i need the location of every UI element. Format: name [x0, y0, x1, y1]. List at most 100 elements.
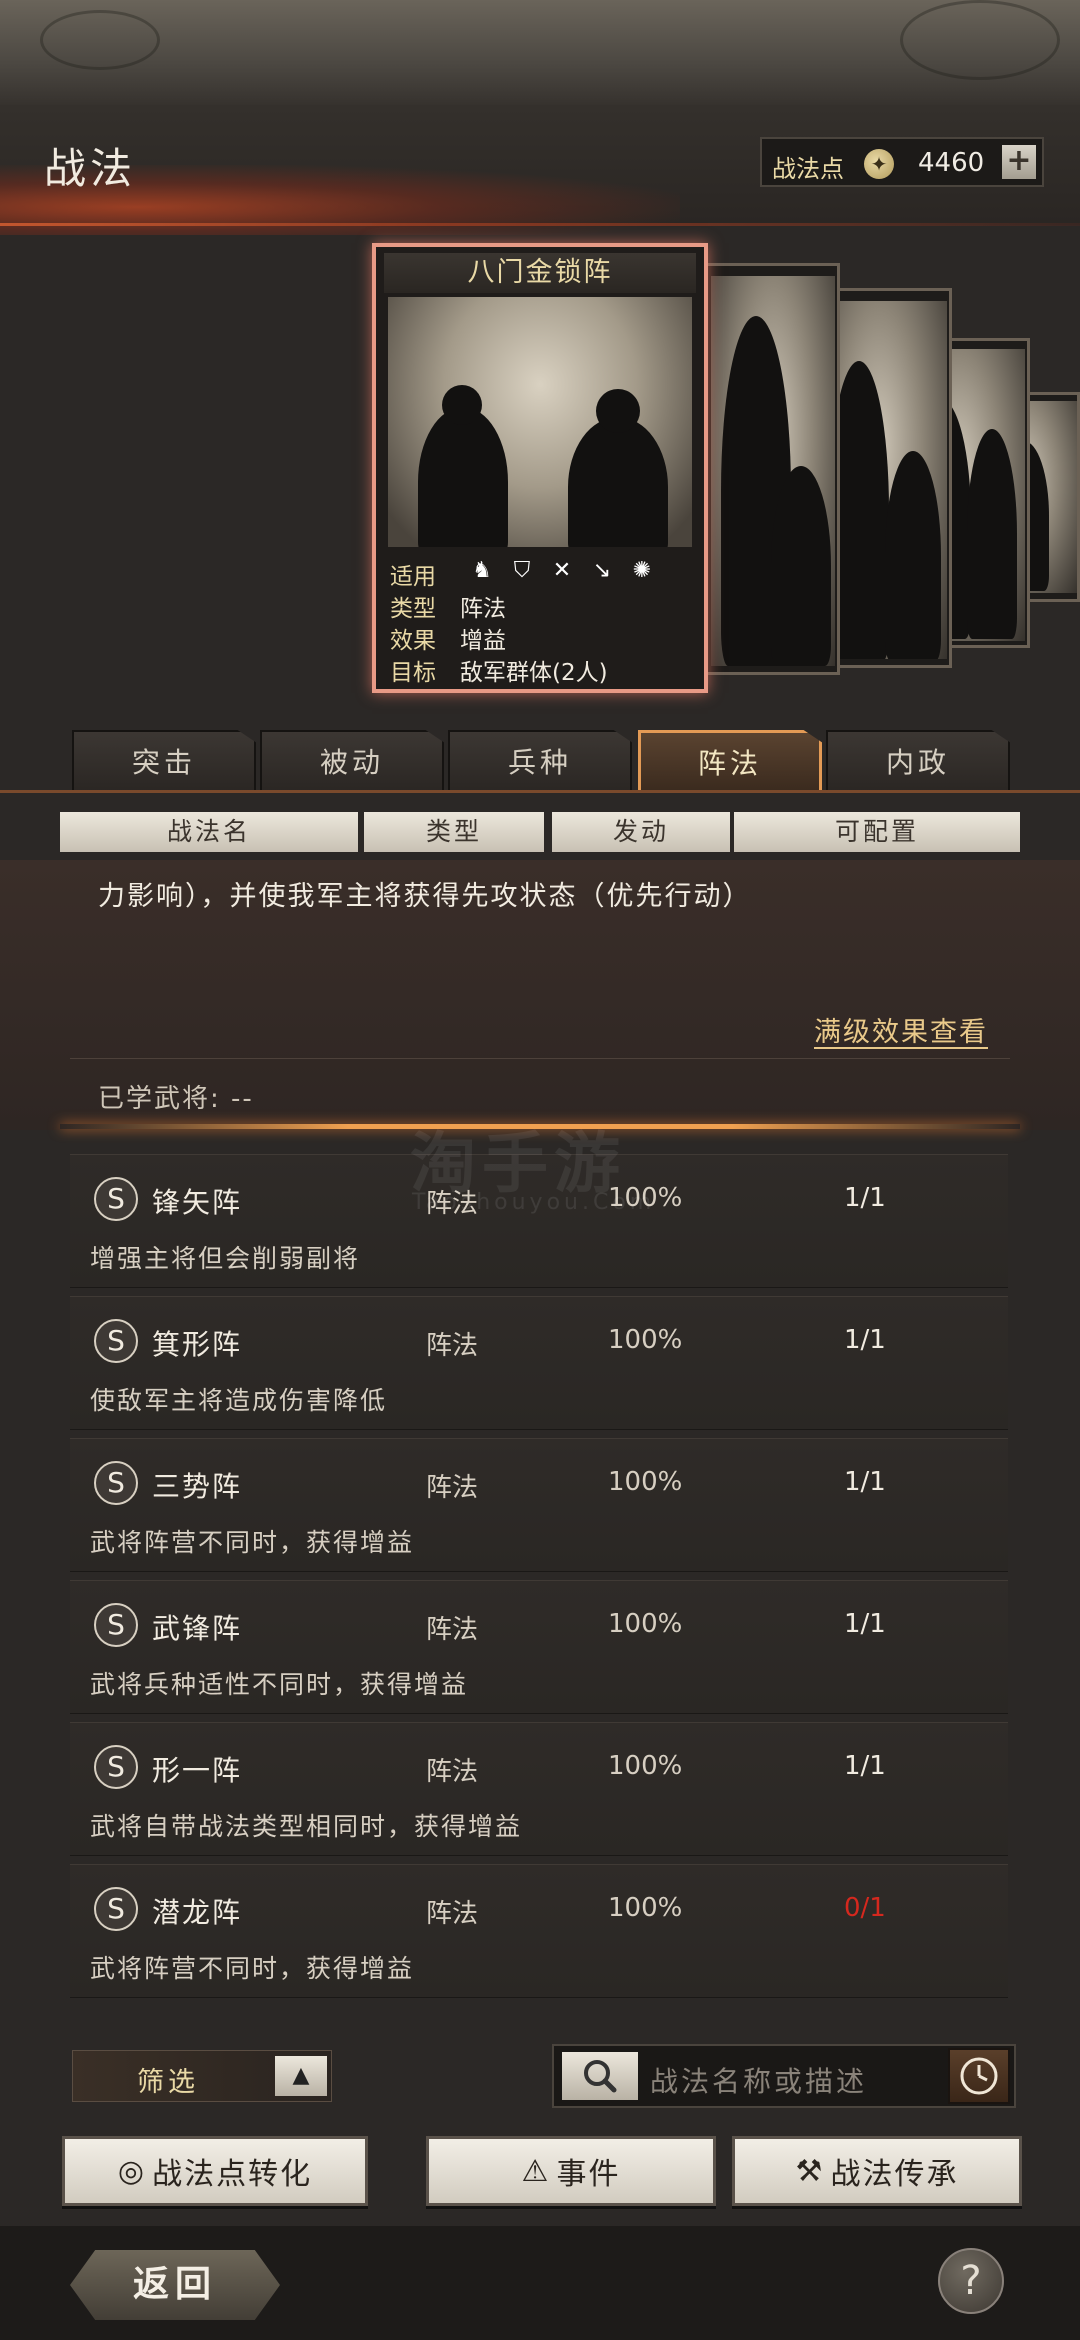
skill-name: 形一阵 — [152, 1754, 243, 1787]
card-info-row: 类型 阵法 — [386, 589, 702, 622]
card-info-row: 效果 增益 — [386, 621, 702, 654]
figure-head — [596, 389, 640, 433]
learned-generals-label: 已学武将: -- — [98, 1084, 254, 1114]
history-button[interactable] — [948, 2048, 1010, 2104]
skill-description: 武将兵种适性不同时，获得增益 — [90, 1670, 469, 1699]
figure-head — [442, 385, 482, 425]
skill-slots: 1/1 — [844, 1751, 886, 1781]
cloud-ornament — [40, 10, 160, 70]
info-key: 目标 — [390, 660, 436, 686]
events-button[interactable]: ⚠ 事件 — [426, 2136, 716, 2206]
events-label: 事件 — [556, 2157, 621, 2192]
hammer-icon: ⚒ — [795, 2153, 825, 2189]
help-button[interactable]: ? — [938, 2248, 1004, 2314]
rank-s-badge: S — [94, 1319, 138, 1363]
skill-row[interactable]: S 箕形阵 阵法 100% 1/1 使敌军主将造成伤害降低 — [70, 1296, 1008, 1430]
card-stack-item[interactable] — [700, 263, 840, 675]
skill-description: 武将阵营不同时，获得增益 — [90, 1528, 415, 1557]
back-button[interactable]: 返回 — [70, 2250, 280, 2320]
skill-slots: 1/1 — [844, 1325, 886, 1355]
skill-trigger-rate: 100% — [608, 1751, 683, 1781]
skill-trigger-rate: 100% — [608, 1325, 683, 1355]
skill-description: 使敌军主将造成伤害降低 — [90, 1386, 388, 1415]
info-key: 效果 — [390, 628, 436, 654]
skill-trigger-rate: 100% — [608, 1467, 683, 1497]
skill-description: 增强主将但会削弱副将 — [90, 1244, 361, 1273]
spear-icon: ↘ — [592, 558, 612, 583]
skill-type: 阵法 — [426, 1615, 479, 1645]
skill-points-box: 战法点 ✦ 4460 + — [760, 137, 1044, 187]
column-header-name[interactable]: 战法名 — [60, 812, 358, 852]
skill-type: 阵法 — [426, 1757, 479, 1787]
info-key: 类型 — [390, 596, 436, 622]
inherit-skill-label: 战法传承 — [830, 2157, 959, 2192]
search-input[interactable]: 战法名称或描述 — [650, 2060, 867, 2100]
watermark-sub: Taoshouyou.Com — [412, 1190, 656, 1215]
figure-silhouette — [967, 429, 1017, 639]
figure-silhouette — [418, 407, 508, 547]
search-box[interactable]: 战法名称或描述 — [552, 2044, 1016, 2108]
swirl-icon: ◎ — [117, 2153, 147, 2189]
filter-toggle-button[interactable]: ▲ — [275, 2056, 327, 2096]
skill-description: 武将阵营不同时，获得增益 — [90, 1954, 415, 1983]
skill-points-label: 战法点 — [772, 155, 844, 183]
skill-type: 阵法 — [426, 1899, 479, 1929]
skill-row[interactable]: S 形一阵 阵法 100% 1/1 武将自带战法类型相同时，获得增益 — [70, 1722, 1008, 1856]
card-art — [711, 276, 835, 666]
filter-label: 筛选 — [137, 2067, 199, 2098]
convert-points-label: 战法点转化 — [152, 2157, 313, 2192]
alert-icon: ⚠ — [521, 2153, 551, 2189]
info-value: 增益 — [460, 628, 506, 654]
skill-slots: 1/1 — [844, 1609, 886, 1639]
figure-silhouette — [885, 451, 941, 659]
convert-points-button[interactable]: ◎ 战法点转化 — [62, 2136, 368, 2206]
rank-s-badge: S — [94, 1887, 138, 1931]
column-header-slots[interactable]: 可配置 — [734, 812, 1020, 852]
bow-icon: ✕ — [552, 558, 572, 583]
detail-divider — [70, 1058, 1010, 1059]
skill-points-value: 4460 — [918, 148, 985, 178]
filter-control[interactable]: 筛选 ▲ — [72, 2050, 332, 2102]
rank-s-badge: S — [94, 1461, 138, 1505]
skill-description: 武将自带战法类型相同时，获得增益 — [90, 1812, 523, 1841]
column-header-type[interactable]: 类型 — [364, 812, 544, 852]
tab-assault[interactable]: 突击 — [72, 730, 256, 792]
skill-name: 武锋阵 — [152, 1612, 243, 1645]
skill-row[interactable]: S 武锋阵 阵法 100% 1/1 武将兵种适性不同时，获得增益 — [70, 1580, 1008, 1714]
tab-passive[interactable]: 被动 — [260, 730, 444, 792]
skill-type: 阵法 — [426, 1473, 479, 1503]
column-header-trigger[interactable]: 发动 — [552, 812, 730, 852]
back-label: 返回 — [132, 2264, 217, 2305]
inherit-skill-button[interactable]: ⚒ 战法传承 — [732, 2136, 1022, 2206]
shield-icon: ⛉ — [513, 558, 531, 583]
skill-slots: 1/1 — [844, 1183, 886, 1213]
skill-type: 阵法 — [426, 1331, 479, 1361]
header-divider — [0, 223, 1080, 226]
card-info-row: 目标 敌军群体(2人) — [386, 653, 702, 686]
skill-name: 箕形阵 — [152, 1328, 243, 1361]
top-banner — [0, 0, 1080, 105]
figure-silhouette — [771, 466, 831, 666]
rank-s-badge: S — [94, 1603, 138, 1647]
tab-formation[interactable]: 阵法 — [638, 730, 822, 792]
triangle-up-icon: ▲ — [292, 2063, 310, 2088]
add-points-button[interactable]: + — [1002, 145, 1036, 179]
rank-s-badge: S — [94, 1745, 138, 1789]
skill-name: 三势阵 — [152, 1470, 243, 1503]
full-effect-link[interactable]: 满级效果查看 — [814, 1010, 988, 1049]
info-value: 敌军群体(2人) — [460, 660, 608, 686]
search-button[interactable] — [562, 2052, 638, 2100]
card-info-row: 适用 ♞ ⛉ ✕ ↘ ✺ — [386, 557, 702, 590]
tab-underline — [0, 790, 1080, 793]
skill-row[interactable]: S 潜龙阵 阵法 100% 0/1 武将阵营不同时，获得增益 — [70, 1864, 1008, 1998]
tab-internal[interactable]: 内政 — [826, 730, 1010, 792]
bottom-bar: 返回 ? — [0, 2226, 1080, 2340]
skill-slots: 1/1 — [844, 1467, 886, 1497]
skill-detail-description: 力影响），并使我军主将获得先攻状态（优先行动） — [98, 881, 752, 912]
featured-skill-card[interactable]: 八门金锁阵 适用 ♞ ⛉ ✕ ↘ ✺ 类型 阵法 效果 增益 目标 敌军群体(2… — [372, 243, 708, 693]
skill-name: 潜龙阵 — [152, 1896, 243, 1929]
skill-trigger-rate: 100% — [608, 1609, 683, 1639]
figure-silhouette — [568, 417, 668, 547]
skill-row[interactable]: S 三势阵 阵法 100% 1/1 武将阵营不同时，获得增益 — [70, 1438, 1008, 1572]
tab-troop[interactable]: 兵种 — [448, 730, 632, 792]
